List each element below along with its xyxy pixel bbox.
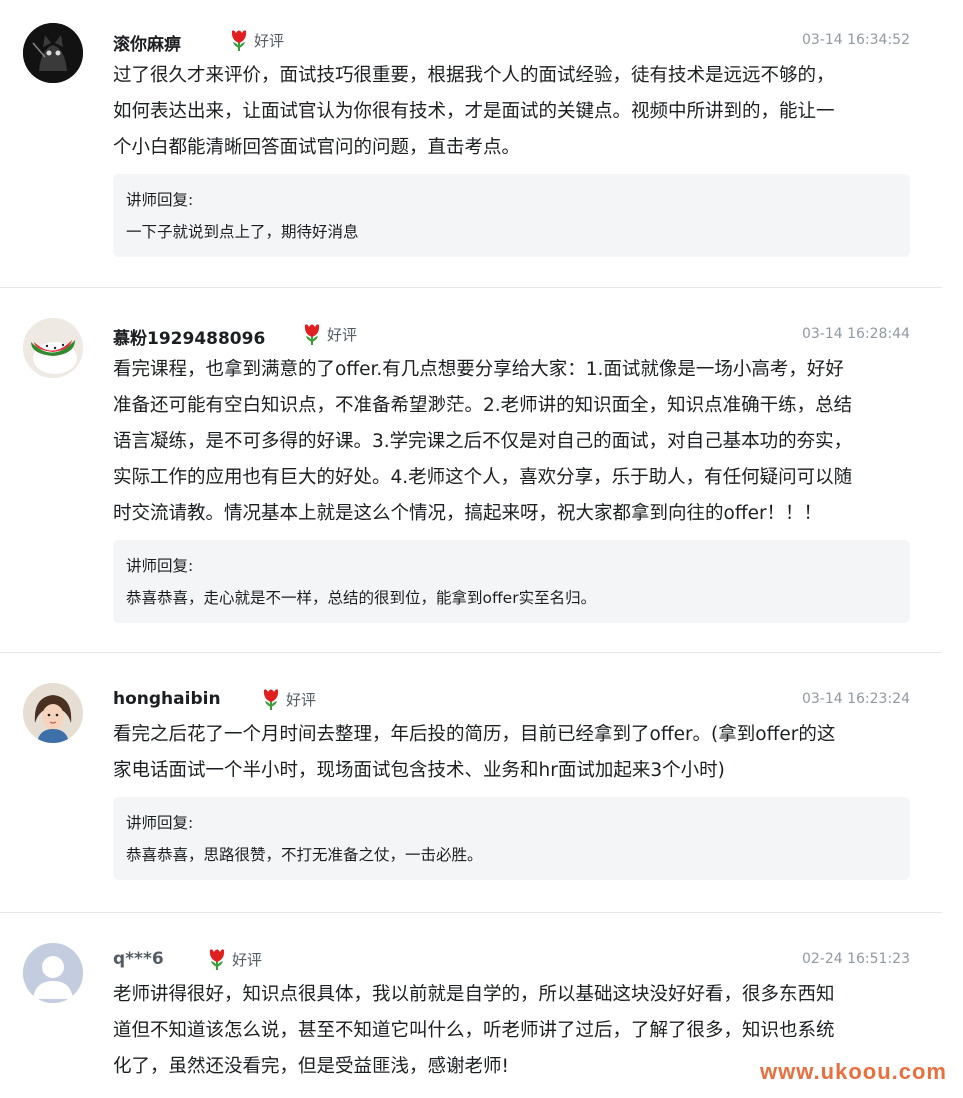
avatar-default-icon xyxy=(23,943,83,1003)
review-content: 看完之后花了一个月时间去整理，年后投的简历，目前已经拿到了offer。(拿到of… xyxy=(113,717,910,789)
review-time: 03-14 16:34:52 xyxy=(801,32,910,48)
review-line: 家电话面试一个半小时，现场面试包含技术、业务和hr面试加起来3个小时) xyxy=(113,760,725,781)
rating-label: 好评 xyxy=(327,325,358,344)
review-line: 老师讲得很好，知识点很具体，我以前就是自学的，所以基础这块没好好看，很多东西知 xyxy=(113,984,835,1005)
tulip-icon xyxy=(206,947,228,971)
review-line: 如何表达出来，让面试官认为你很有技术，才是面试的关键点。视频中所讲到的，能让一 xyxy=(113,101,835,122)
rating-label: 好评 xyxy=(254,31,285,50)
tulip-icon xyxy=(260,687,282,711)
tulip-icon xyxy=(228,28,250,52)
user-name[interactable]: honghaibin xyxy=(113,689,221,709)
review-line: 时交流请教。情况基本上就是这么个情况，搞起来呀，祝大家都拿到向往的offer！！… xyxy=(113,503,823,524)
user-avatar[interactable] xyxy=(23,683,83,743)
teacher-reply: 讲师回复: 恭喜恭喜，走心就是不一样，总结的很到位，能拿到offer实至名归。 xyxy=(113,540,910,623)
reply-label: 讲师回复: xyxy=(126,814,194,832)
review-line: 过了很久才来评价，面试技巧很重要，根据我个人的面试经验，徒有技术是远远不够的， xyxy=(113,65,835,86)
rating-badge: 好评 xyxy=(260,687,316,711)
user-avatar[interactable] xyxy=(23,318,83,378)
review-time: 02-24 16:51:23 xyxy=(801,951,910,967)
rating-badge: 好评 xyxy=(206,947,262,971)
user-name[interactable]: 滚你麻痹 xyxy=(113,30,181,55)
review-list: 滚你麻痹 好评 03-14 16:34:52 过了很久才来评价，面试技巧很重要，… xyxy=(0,0,942,1098)
review-content: 过了很久才来评价，面试技巧很重要，根据我个人的面试经验，徒有技术是远远不够的， … xyxy=(113,58,910,166)
review-content: 看完课程，也拿到满意的了offer.有几点想要分享给大家：1.面试就像是一场小高… xyxy=(113,352,910,532)
user-name[interactable]: 慕粉1929488096 xyxy=(113,324,265,349)
review-line: 准备还可能有空白知识点，不准备希望渺茫。2.老师讲的知识面全，知识点准确干练，总… xyxy=(113,395,853,416)
user-name[interactable]: q***6 xyxy=(113,949,164,969)
rating-badge: 好评 xyxy=(228,28,284,52)
review-line: 个小白都能清晰回答面试官问的问题，直击考点。 xyxy=(113,137,521,158)
reply-label: 讲师回复: xyxy=(126,557,194,575)
review-time: 03-14 16:23:24 xyxy=(801,691,910,707)
rating-badge: 好评 xyxy=(301,322,357,346)
user-avatar[interactable] xyxy=(23,23,83,83)
review-line: 实际工作的应用也有巨大的好处。4.老师这个人，喜欢分享，乐于助人，有任何疑问可以… xyxy=(113,467,853,488)
review-line: 看完之后花了一个月时间去整理，年后投的简历，目前已经拿到了offer。(拿到of… xyxy=(113,724,836,745)
reply-text: 恭喜恭喜，走心就是不一样，总结的很到位，能拿到offer实至名归。 xyxy=(126,589,597,607)
user-avatar[interactable] xyxy=(23,943,83,1003)
review-time: 03-14 16:28:44 xyxy=(801,326,910,342)
avatar-watermelon-icon xyxy=(23,318,83,378)
avatar-dark-cat-icon xyxy=(23,23,83,83)
site-watermark: www.ukoou.com xyxy=(760,1059,947,1084)
reply-text: 一下子就说到点上了，期待好消息 xyxy=(126,223,359,241)
review-line: 道但不知道该怎么说，甚至不知道它叫什么，听老师讲了过后，了解了很多，知识也系统 xyxy=(113,1020,835,1041)
teacher-reply: 讲师回复: 恭喜恭喜，思路很赞，不打无准备之仗，一击必胜。 xyxy=(113,797,910,880)
tulip-icon xyxy=(301,322,323,346)
reply-label: 讲师回复: xyxy=(126,191,194,209)
reply-text: 恭喜恭喜，思路很赞，不打无准备之仗，一击必胜。 xyxy=(126,846,483,864)
review-item: 慕粉1929488096 好评 03-14 16:28:44 看完课程，也拿到满… xyxy=(0,288,942,653)
avatar-girl-icon xyxy=(23,683,83,743)
teacher-reply: 讲师回复: 一下子就说到点上了，期待好消息 xyxy=(113,174,910,257)
review-item: honghaibin 好评 03-14 16:23:24 看完之后花了一个月时间… xyxy=(0,653,942,913)
review-item: 滚你麻痹 好评 03-14 16:34:52 过了很久才来评价，面试技巧很重要，… xyxy=(0,0,942,288)
rating-label: 好评 xyxy=(286,690,317,709)
review-line: 看完课程，也拿到满意的了offer.有几点想要分享给大家：1.面试就像是一场小高… xyxy=(113,359,844,380)
rating-label: 好评 xyxy=(232,950,263,969)
review-line: 语言凝练，是不可多得的好课。3.学完课之后不仅是对自己的面试，对自己基本功的夯实… xyxy=(113,431,853,452)
